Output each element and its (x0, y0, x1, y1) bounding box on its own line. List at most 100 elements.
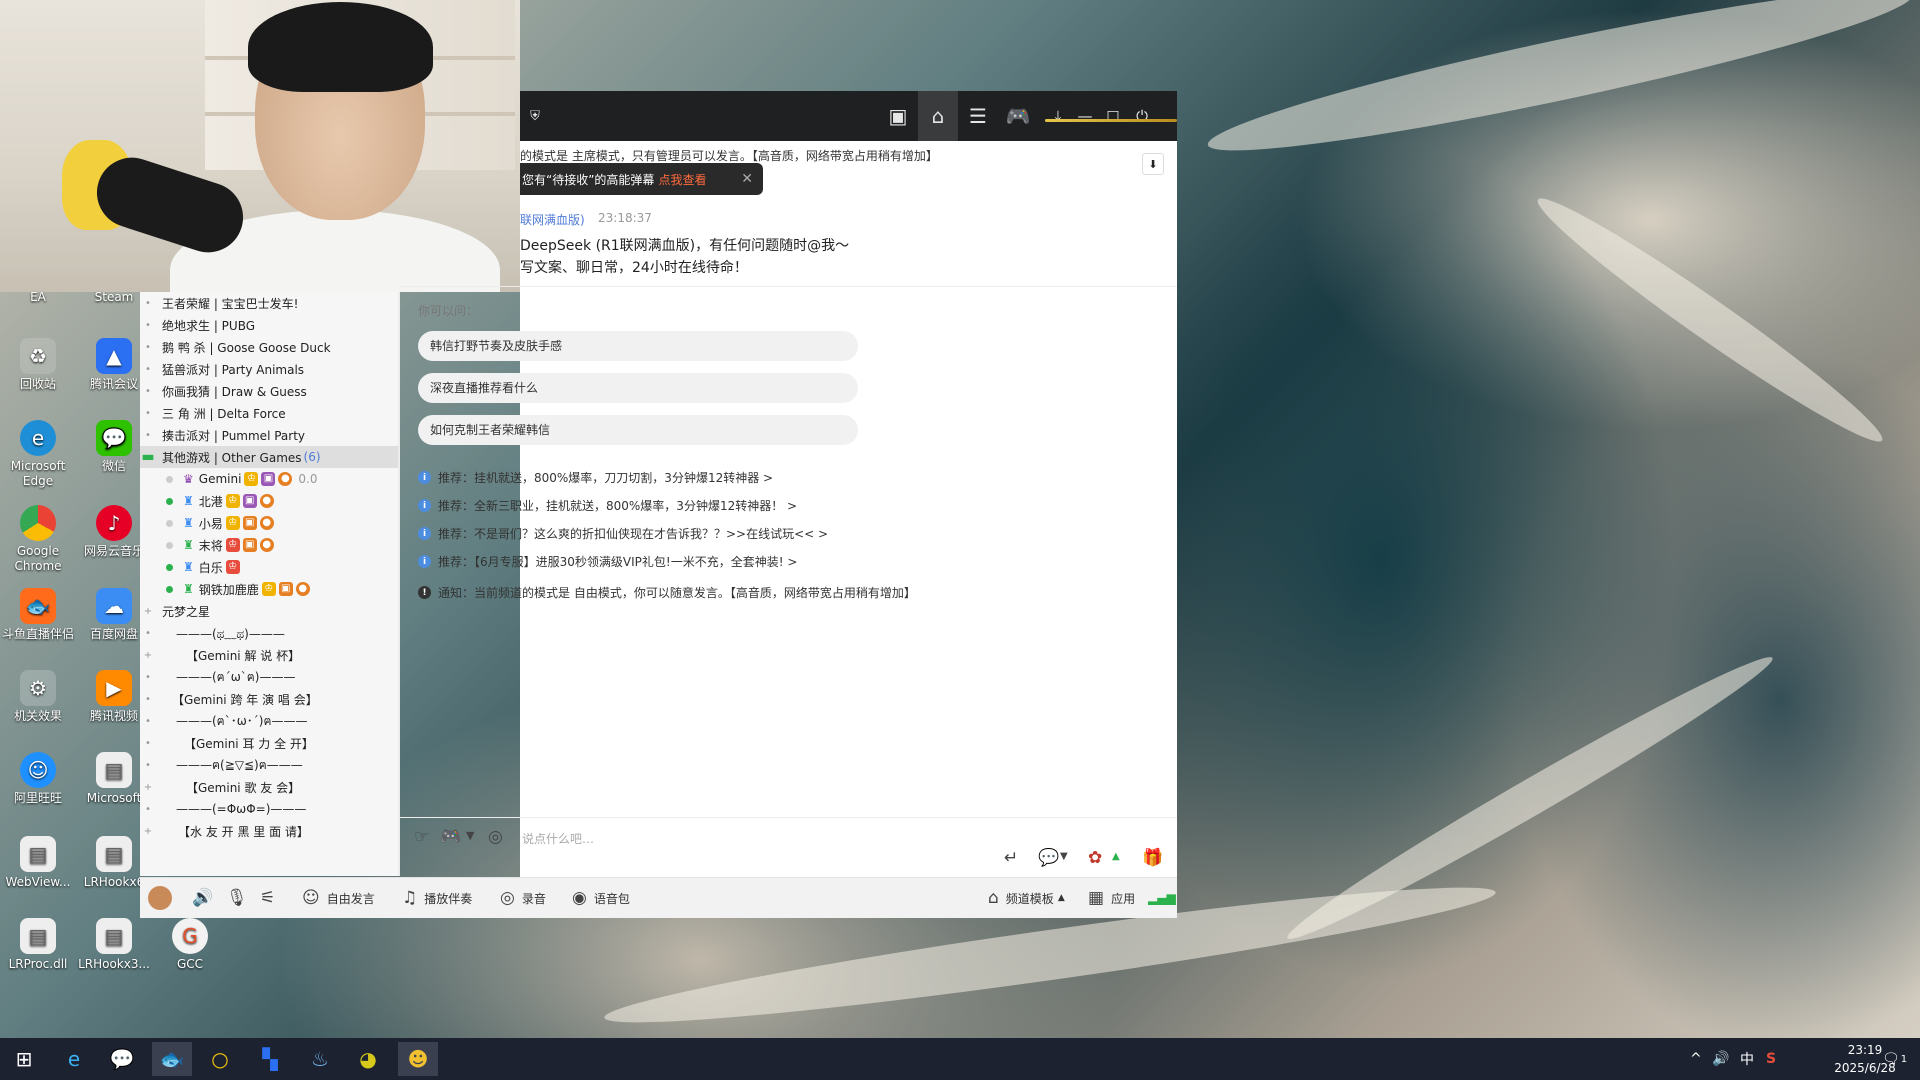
member-name: 北港 (198, 494, 223, 509)
expand-icon[interactable]: + (140, 650, 156, 661)
shield-icon[interactable]: ⛨ (520, 91, 550, 141)
desktop-icon-lrhookx32[interactable]: ▤ LRHookx3... (78, 918, 150, 972)
suggestion-chip[interactable]: 深夜直播推荐看什么 (418, 373, 858, 403)
desktop-icon-gcc[interactable]: G GCC (154, 918, 226, 972)
channel-row[interactable]: • 王者荣耀 | 宝宝巴士发车! (140, 292, 398, 314)
notification-count: 1 (1900, 1053, 1908, 1065)
windows-start-icon[interactable]: ⊞ (4, 1042, 44, 1076)
power-icon[interactable]: ⏻ (1122, 91, 1162, 141)
desktop-icon-douyu[interactable]: 🐟 斗鱼直播伴侣 (2, 588, 74, 642)
bot-message-line: DeepSeek (R1联网满血版)，有任何问题随时@我～ (520, 238, 850, 254)
bot-name[interactable]: 联网满血版) (520, 211, 585, 228)
circle-app-icon[interactable]: ○ (200, 1042, 240, 1076)
channel-row[interactable]: • ———ฅ(≧▽≦)ฅ——— (140, 754, 398, 776)
sogou-icon[interactable]: S (1766, 1038, 1776, 1080)
expand-icon[interactable]: + (140, 782, 156, 793)
record-button[interactable]: ◎ 录音 (500, 878, 546, 918)
desktop-icon-lrproc[interactable]: ▤ LRProc.dll (2, 918, 74, 972)
speaker-icon[interactable]: 🔊 (192, 878, 220, 918)
desktop-icon-ea[interactable]: EA (2, 290, 74, 305)
member-row[interactable]: ♜ 小易 ♔ ▣ ● (166, 512, 274, 534)
channel-row[interactable]: + 【Gemini 歌 友 会】 (140, 776, 398, 798)
steam-icon[interactable]: ♨ (300, 1042, 340, 1076)
chevron-down-icon[interactable]: ▼ (1060, 851, 1068, 862)
channel-row[interactable]: + 【Gemini 解 说 杯】 (140, 644, 398, 666)
gamepad-icon[interactable]: 🎮 (440, 827, 461, 847)
channel-row[interactable]: • ———(=ΦωΦ=)——— (140, 798, 398, 820)
video-channel-icon[interactable]: ▣ (878, 91, 918, 141)
desktop-icon-webview[interactable]: ▤ WebView... (2, 836, 74, 890)
notification-icon[interactable]: 🗨 1 (1882, 1038, 1907, 1080)
member-row[interactable]: ♛ Gemini ♔ ▣ ● 0.0 (166, 468, 318, 490)
recommend-line[interactable]: i 推荐：不是哥们？这么爽的折扣仙侠现在才告诉我？？>>在线试玩<< > (418, 525, 828, 542)
desktop-icon-recycle-bin[interactable]: ♻ 回收站 (2, 338, 74, 392)
apps-button[interactable]: ▦ 应用 (1088, 878, 1135, 918)
channel-row[interactable]: • 揍击派对 | Pummel Party (140, 424, 398, 446)
channel-row[interactable]: + 元梦之星 (140, 600, 398, 622)
play-accompany-button[interactable]: ♫ 播放伴奏 (402, 878, 472, 918)
desktop-icon-chrome[interactable]: Google Chrome (2, 505, 74, 574)
channel-row[interactable]: • ———(ฅ´ω`ฅ)——— (140, 666, 398, 688)
expand-icon[interactable]: + (140, 826, 156, 837)
recommend-line[interactable]: i 推荐：全新三职业，挂机就送，800%爆率，3分钟爆12转神器！ > (418, 497, 797, 514)
channel-row[interactable]: • 三 角 洲 | Delta Force (140, 402, 398, 424)
flower-icon[interactable]: ✿ (1088, 848, 1102, 868)
desktop-icon-effect[interactable]: ⚙ 机关效果 (2, 670, 74, 724)
chevron-up-icon[interactable]: ▲ (1112, 851, 1120, 862)
list-icon[interactable]: ☰ (958, 91, 998, 141)
edge-icon[interactable]: e (54, 1042, 94, 1076)
member-row[interactable]: ♜ 白乐 ♔ (166, 556, 240, 578)
yy-icon[interactable]: ◕ (348, 1042, 388, 1076)
channel-row[interactable]: • 【Gemini 耳 力 全 开】 (140, 732, 398, 754)
gamepad-icon[interactable]: 🎮 (998, 91, 1038, 141)
channel-row-selected[interactable]: ▬ 其他游戏 | Other Games (6) (140, 446, 398, 468)
member-row[interactable]: ♜ 末将 ♔ ▣ ● (166, 534, 274, 556)
douyu-icon[interactable]: 🐟 (152, 1042, 192, 1076)
collapse-icon[interactable]: ▬ (140, 449, 156, 465)
avatar[interactable] (148, 878, 172, 918)
channel-row[interactable]: • 鹅 鸭 杀 | Goose Goose Duck (140, 336, 398, 358)
member-row[interactable]: ♜ 北港 ♔ ▣ ● (166, 490, 274, 512)
desktop-icon-label: 回收站 (19, 377, 56, 391)
gift-icon[interactable]: 🎁 (1142, 848, 1163, 868)
close-icon[interactable]: ✕ (741, 171, 753, 187)
channel-row[interactable]: • 绝地求生 | PUBG (140, 314, 398, 336)
ime-indicator[interactable]: 中 (1740, 1038, 1754, 1080)
member-row[interactable]: ♜ 钢铁加鹿鹿 ♔ ▣ ● (166, 578, 310, 600)
wechat-icon[interactable]: 💬 (102, 1042, 142, 1076)
suggestion-chip[interactable]: 韩信打野节奏及皮肤手感 (418, 331, 858, 361)
message-input[interactable]: 说点什么吧… (522, 830, 594, 847)
voice-pack-button[interactable]: ◉ 语音包 (572, 878, 630, 918)
tray-overflow-icon[interactable]: ^ (1690, 1038, 1702, 1080)
member-name: 小易 (198, 516, 223, 531)
blue-app-icon[interactable]: ▚ (250, 1042, 290, 1076)
mic-icon[interactable]: 🎙 (226, 878, 255, 918)
desktop-icon-aliwangwang[interactable]: ☺ 阿里旺旺 (2, 752, 74, 806)
recommend-line[interactable]: i 推荐：挂机就送，800%爆率，刀刀切割，3分钟爆12转神器 > (418, 469, 773, 486)
channel-row[interactable]: • 【Gemini 跨 年 演 唱 会】 (140, 688, 398, 710)
scroll-bottom-icon[interactable]: ⬇ (1142, 153, 1164, 175)
channel-template-button[interactable]: ⌂ 频道模板 ▲ (988, 878, 1065, 918)
home-icon[interactable]: ⌂ (918, 91, 958, 141)
channel-label: 绝地求生 | PUBG (162, 318, 256, 333)
hand-icon[interactable]: ☞ (414, 827, 429, 847)
channel-row[interactable]: + 【水 友 开 黑 里 面 请】 (140, 820, 398, 842)
mixer-icon[interactable]: ⚟ (260, 878, 282, 918)
channel-row[interactable]: • ———(ಥ﹏ಥ)——— (140, 622, 398, 644)
volume-icon[interactable]: 🔊 (1712, 1038, 1729, 1080)
desktop-icon-edge[interactable]: e Microsoft Edge (2, 420, 74, 489)
channel-row[interactable]: • 猛兽派对 | Party Animals (140, 358, 398, 380)
danmaku-toast[interactable]: 您有“待接收”的高能弹幕 点我查看 ✕ (520, 163, 763, 195)
speech-bubble-icon[interactable]: 💬 (1038, 848, 1059, 868)
owl-app-icon[interactable]: ☻ (398, 1042, 438, 1076)
expand-icon[interactable]: + (140, 606, 156, 617)
chevron-down-icon[interactable]: ▼ (466, 829, 474, 842)
toast-link[interactable]: 点我查看 (658, 171, 706, 188)
enter-icon[interactable]: ↵ (1004, 848, 1018, 868)
channel-row[interactable]: • ———(ฅ`･ω･´)ฅ——— (140, 710, 398, 732)
channel-row[interactable]: • 你画我猜 | Draw & Guess (140, 380, 398, 402)
recommend-line[interactable]: i 推荐：【6月专服】进服30秒领满级VIP礼包!一米不充，全套神装! > (418, 553, 797, 570)
suggestion-chip[interactable]: 如何克制王者荣耀韩信 (418, 415, 858, 445)
free-speech-button[interactable]: ☺ 自由发言 (302, 878, 375, 918)
ai-chat-icon[interactable]: ◎ (488, 827, 503, 847)
